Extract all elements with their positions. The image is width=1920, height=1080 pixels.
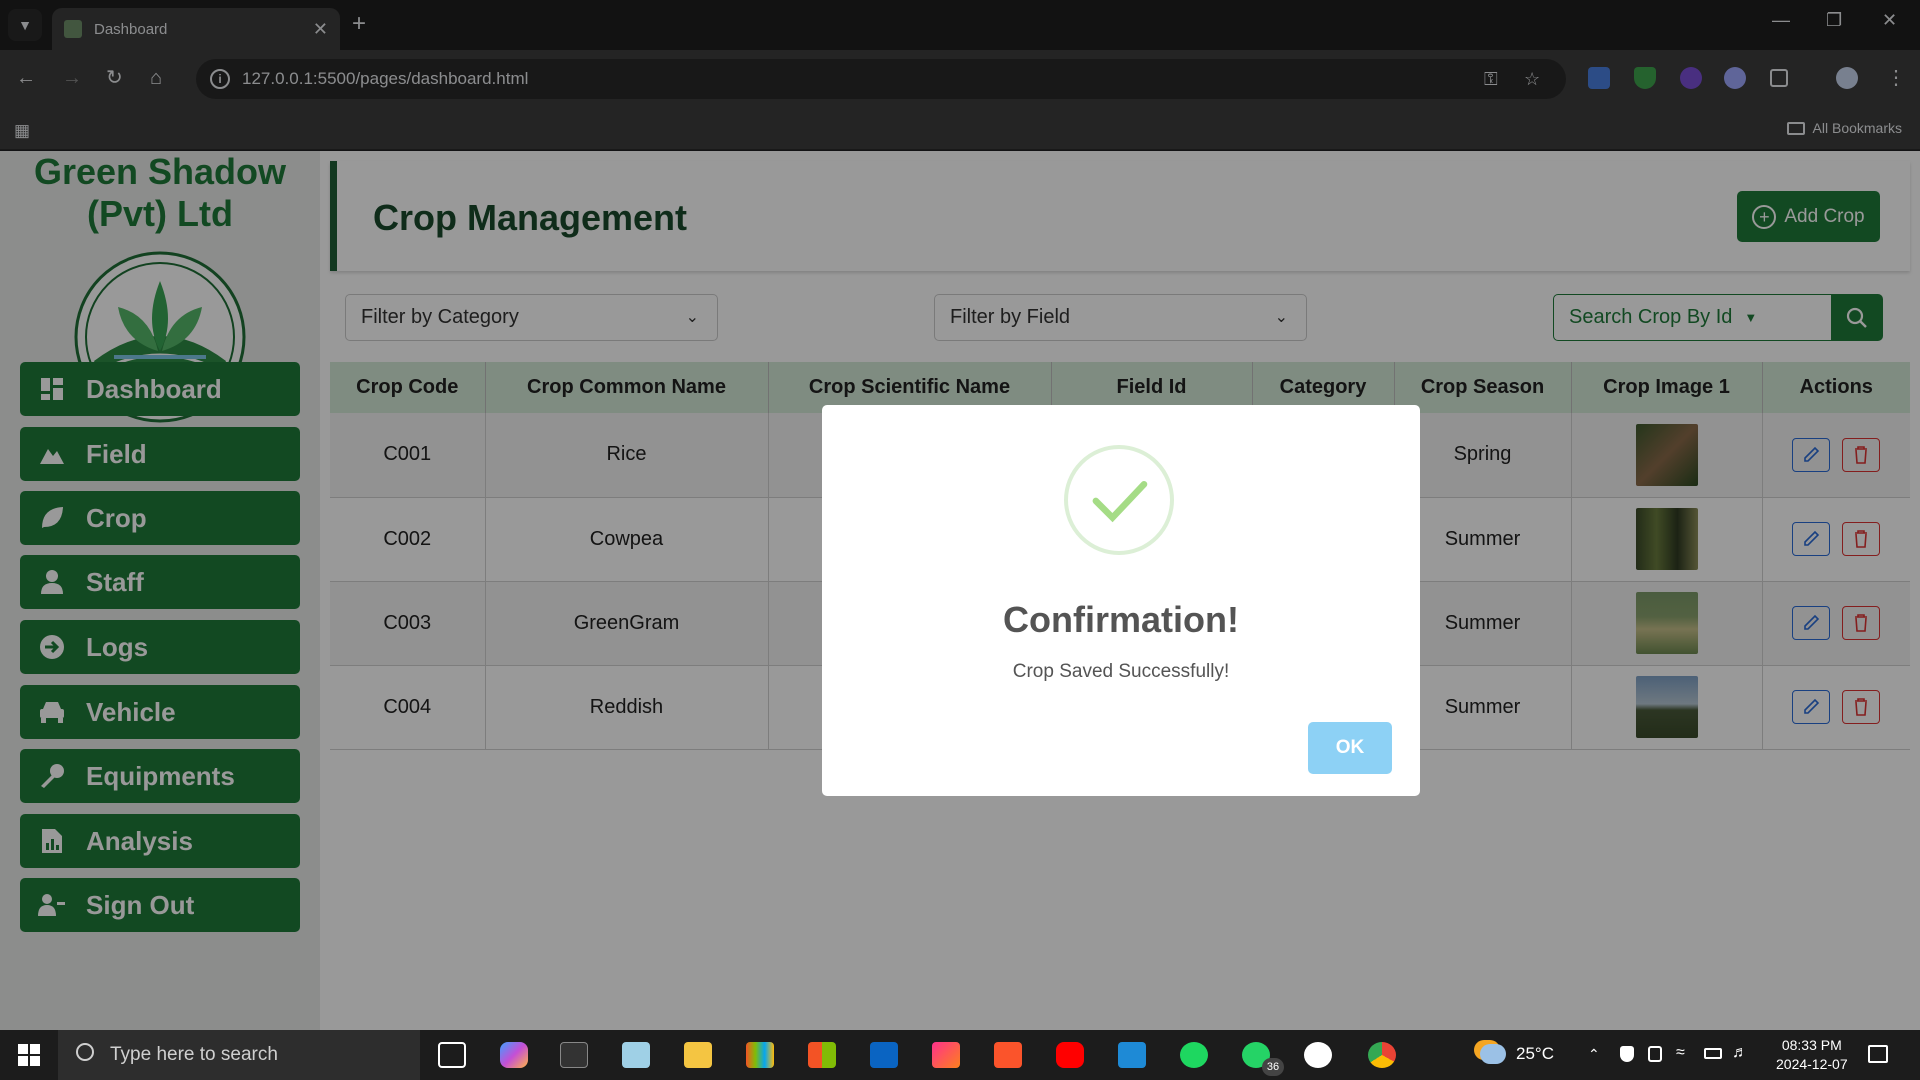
taskbar-search-placeholder: Type here to search [110,1044,278,1065]
whatsapp-badge: 36 [1262,1058,1284,1076]
weather-icon [1480,1044,1506,1064]
battery-icon[interactable] [1704,1048,1722,1059]
wifi-icon[interactable]: ≈ [1676,1044,1685,1062]
meet-icon[interactable] [746,1042,774,1068]
windows-taskbar: Type here to search 36 25°C ⌃ ≈ ♬ 08:33 … [0,1030,1920,1080]
success-check-icon [1064,445,1174,555]
dialog-message: Crop Saved Successfully! [1012,661,1230,682]
chrome-icon[interactable] [1368,1042,1396,1068]
outlook-icon[interactable] [870,1042,898,1068]
github-icon[interactable] [1304,1042,1332,1068]
windows-start-icon[interactable] [18,1044,40,1066]
volume-icon[interactable]: ♬ [1732,1044,1748,1062]
chevron-up-icon[interactable]: ⌃ [1588,1046,1600,1063]
confirmation-dialog: Confirmation! Crop Saved Successfully! O… [822,405,1420,796]
copilot-icon[interactable] [500,1042,528,1068]
notification-icon[interactable] [1868,1045,1888,1063]
brave-icon[interactable] [994,1042,1022,1068]
system-clock[interactable]: 08:33 PM 2024-12-07 [1776,1036,1848,1074]
vscode-icon[interactable] [1118,1042,1146,1068]
notepad-icon[interactable] [622,1042,650,1068]
temperature: 25°C [1516,1044,1554,1063]
modal-backdrop[interactable]: Confirmation! Crop Saved Successfully! O… [0,0,1920,1030]
dialog-title: Confirmation! [1003,599,1239,640]
file-explorer-icon[interactable] [684,1042,712,1068]
clock-time: 08:33 PM [1781,1037,1842,1053]
spotify-icon[interactable] [1180,1042,1208,1068]
meet-now-icon[interactable] [1648,1046,1662,1062]
intellij-icon[interactable] [932,1042,960,1068]
security-shield-icon[interactable] [1620,1046,1634,1062]
task-view-icon[interactable] [438,1042,466,1068]
ok-button[interactable]: OK [1308,722,1392,774]
weather-widget[interactable]: 25°C [1480,1044,1554,1064]
youtube-icon[interactable] [1056,1042,1084,1068]
clock-date: 2024-12-07 [1776,1056,1848,1072]
taskbar-search-box[interactable]: Type here to search [58,1030,420,1080]
terminal-icon[interactable] [560,1042,588,1068]
search-icon [76,1043,94,1061]
microsoft-store-icon[interactable] [808,1042,836,1068]
